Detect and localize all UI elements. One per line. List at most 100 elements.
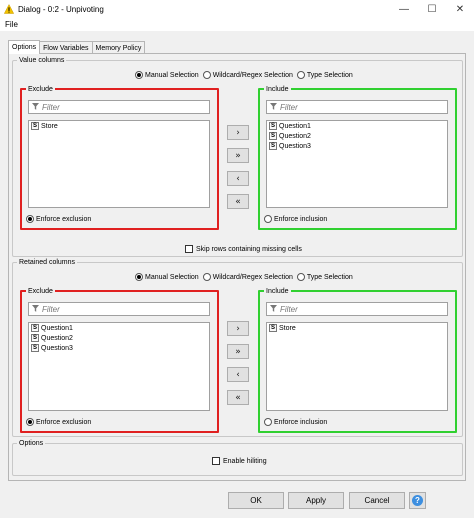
value-enforce-inclusion-label: Enforce inclusion — [274, 215, 328, 223]
list-item[interactable]: S Store — [267, 323, 447, 333]
menu-bar: File — [0, 18, 474, 31]
value-include-panel: Include S Question1 S Question2 S Qu — [258, 85, 457, 230]
skip-missing-checkbox[interactable] — [185, 245, 193, 253]
retained-add-all-button[interactable]: » — [227, 344, 249, 359]
retained-type-selection-radio[interactable] — [296, 273, 305, 281]
value-remove-all-button[interactable]: « — [227, 194, 249, 209]
value-include-filter-input[interactable] — [280, 102, 430, 112]
retained-enforce-exclusion-label: Enforce exclusion — [36, 418, 92, 426]
list-item[interactable]: S Question2 — [29, 333, 209, 343]
retained-exclude-title: Exclude — [26, 287, 55, 296]
value-wildcard-selection-radio[interactable] — [202, 71, 211, 79]
retained-enforce-exclusion[interactable]: Enforce exclusion — [24, 418, 91, 426]
value-mode-selector: Manual Selection Wildcard/Regex Selectio… — [131, 71, 353, 79]
value-enforce-inclusion-radio[interactable] — [264, 215, 272, 223]
retained-include-filter-input[interactable] — [280, 304, 430, 314]
options-group: Options Enable hiliting — [12, 439, 463, 476]
list-item-label: Question3 — [41, 344, 73, 352]
skip-missing-option[interactable]: Skip rows containing missing cells — [185, 245, 302, 253]
value-manual-selection-radio[interactable] — [135, 71, 143, 79]
retained-exclude-filter — [28, 302, 210, 316]
cancel-button[interactable]: Cancel — [349, 492, 405, 509]
retained-exclude-filter-input[interactable] — [42, 304, 192, 314]
value-type-selection-label: Type Selection — [306, 71, 353, 79]
skip-missing-label: Skip rows containing missing cells — [196, 245, 302, 253]
string-type-icon: S — [31, 324, 39, 332]
ok-button[interactable]: OK — [228, 492, 284, 509]
retained-exclude-panel: Exclude S Question1 S Question2 S Qu — [20, 287, 219, 433]
string-type-icon: S — [31, 122, 39, 130]
retained-type-selection-label: Type Selection — [306, 273, 353, 281]
options-panel: Value columns Manual Selection Wildcard/… — [8, 53, 466, 481]
value-include-filter — [266, 100, 448, 114]
string-type-icon: S — [269, 142, 277, 150]
value-exclude-title: Exclude — [26, 85, 55, 94]
value-include-list[interactable]: S Question1 S Question2 S Question3 — [266, 120, 448, 208]
list-item[interactable]: S Question1 — [29, 323, 209, 333]
window-title: Dialog - 0:2 - Unpivoting — [18, 4, 104, 14]
list-item-label: Question2 — [279, 132, 311, 140]
value-exclude-list[interactable]: S Store — [28, 120, 210, 208]
list-item[interactable]: S Question1 — [267, 121, 447, 131]
value-enforce-exclusion[interactable]: Enforce exclusion — [24, 215, 91, 223]
minimize-button[interactable]: — — [390, 0, 418, 18]
enable-hiliting-option[interactable]: Enable hiliting — [212, 457, 267, 465]
value-wildcard-selection-label: Wildcard/Regex Selection — [212, 71, 293, 79]
list-item[interactable]: S Question3 — [267, 141, 447, 151]
value-enforce-exclusion-radio[interactable] — [26, 215, 34, 223]
tab-bar: Options Flow Variables Memory Policy — [8, 40, 146, 54]
retained-enforce-exclusion-radio[interactable] — [26, 418, 34, 426]
value-add-button[interactable]: › — [227, 125, 249, 140]
retained-include-panel: Include S Store Enforce inclusion — [258, 287, 457, 433]
retained-remove-button[interactable]: ‹ — [227, 367, 249, 382]
value-remove-button[interactable]: ‹ — [227, 171, 249, 186]
value-manual-selection-label: Manual Selection — [145, 71, 199, 79]
retained-manual-selection-label: Manual Selection — [145, 273, 199, 281]
value-columns-title: Value columns — [17, 56, 67, 65]
warning-icon — [4, 4, 14, 14]
value-exclude-filter-input[interactable] — [42, 102, 192, 112]
retained-add-button[interactable]: › — [227, 321, 249, 336]
tab-options[interactable]: Options — [8, 40, 41, 54]
help-icon: ? — [412, 495, 423, 506]
list-item-label: Question3 — [279, 142, 311, 150]
retained-columns-title: Retained columns — [17, 258, 78, 267]
filter-icon — [32, 102, 39, 112]
close-button[interactable]: ✕ — [446, 0, 474, 18]
retained-enforce-inclusion[interactable]: Enforce inclusion — [262, 418, 327, 426]
value-exclude-filter — [28, 100, 210, 114]
string-type-icon: S — [31, 344, 39, 352]
list-item-label: Store — [41, 122, 58, 130]
retained-exclude-list[interactable]: S Question1 S Question2 S Question3 — [28, 322, 210, 411]
menu-file[interactable]: File — [5, 20, 18, 29]
value-type-selection-radio[interactable] — [296, 71, 305, 79]
retained-columns-group: Retained columns Manual Selection Wildca… — [12, 258, 463, 437]
value-enforce-inclusion[interactable]: Enforce inclusion — [262, 215, 327, 223]
value-include-title: Include — [264, 85, 291, 94]
retained-include-filter — [266, 302, 448, 316]
enable-hiliting-label: Enable hiliting — [223, 457, 267, 465]
options-title: Options — [17, 439, 46, 448]
enable-hiliting-checkbox[interactable] — [212, 457, 220, 465]
filter-icon — [270, 304, 277, 314]
help-button[interactable]: ? — [409, 492, 426, 509]
maximize-button[interactable]: ☐ — [418, 0, 446, 18]
value-enforce-exclusion-label: Enforce exclusion — [36, 215, 92, 223]
string-type-icon: S — [269, 122, 277, 130]
retained-enforce-inclusion-radio[interactable] — [264, 418, 272, 426]
apply-button[interactable]: Apply — [288, 492, 344, 509]
list-item-label: Question2 — [41, 334, 73, 342]
list-item-label: Store — [279, 324, 296, 332]
retained-remove-all-button[interactable]: « — [227, 390, 249, 405]
retained-mode-selector: Manual Selection Wildcard/Regex Selectio… — [131, 273, 353, 281]
retained-include-title: Include — [264, 287, 291, 296]
value-add-all-button[interactable]: » — [227, 148, 249, 163]
list-item[interactable]: S Store — [29, 121, 209, 131]
retained-manual-selection-radio[interactable] — [135, 273, 143, 281]
list-item[interactable]: S Question3 — [29, 343, 209, 353]
string-type-icon: S — [31, 334, 39, 342]
retained-wildcard-selection-radio[interactable] — [202, 273, 211, 281]
retained-include-list[interactable]: S Store — [266, 322, 448, 411]
list-item[interactable]: S Question2 — [267, 131, 447, 141]
retained-enforce-inclusion-label: Enforce inclusion — [274, 418, 328, 426]
